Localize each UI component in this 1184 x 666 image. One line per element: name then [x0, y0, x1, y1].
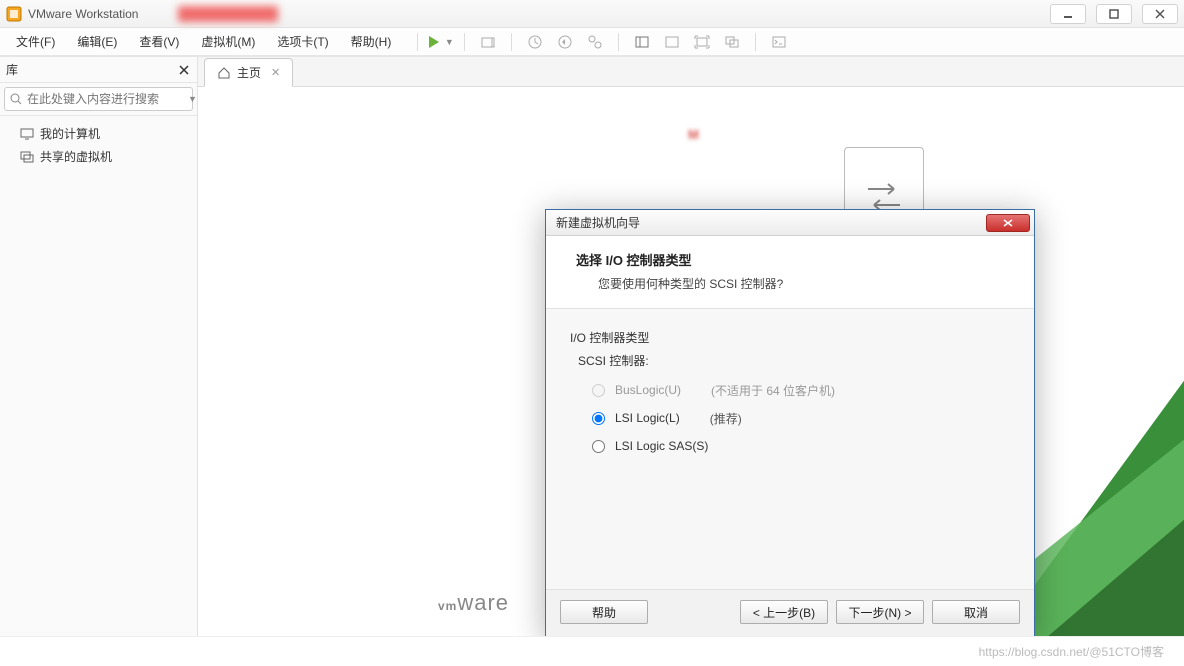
radio-buslogic: BusLogic(U) (不适用于 64 位客户机)	[592, 379, 1010, 401]
back-button[interactable]: < 上一步(B)	[740, 600, 828, 624]
menu-edit[interactable]: 编辑(E)	[67, 29, 127, 54]
search-box[interactable]: ▼	[4, 87, 193, 111]
dialog-footer: 帮助 < 上一步(B) 下一步(N) > 取消	[546, 589, 1034, 636]
tree-my-computer[interactable]: 我的计算机	[4, 122, 193, 145]
search-input[interactable]	[23, 92, 186, 106]
sidebar-title: 库	[6, 61, 177, 78]
shared-icon	[20, 150, 34, 164]
suspend-button[interactable]	[477, 31, 499, 53]
radio-sas-input[interactable]	[592, 440, 605, 453]
watermark-text: https://blog.csdn.net/@51CTO博客	[979, 643, 1164, 660]
view-single-button[interactable]	[661, 31, 683, 53]
toolbar: ▼	[413, 31, 790, 53]
dialog-subtext: 您要使用何种类型的 SCSI 控制器?	[576, 275, 1014, 292]
radio-label: LSI Logic SAS(S)	[615, 439, 708, 453]
radio-hint: (推荐)	[710, 410, 742, 427]
search-dropdown-icon[interactable]: ▼	[186, 94, 199, 104]
window-title: VMware Workstation	[28, 7, 138, 21]
sidebar-close-button[interactable]	[177, 63, 191, 77]
canvas: M 连接远程服务器 vmware 新建虚拟机向导 选择 I/O 控制器类型 您要…	[198, 87, 1184, 636]
tree-shared-vms[interactable]: 共享的虚拟机	[4, 145, 193, 168]
tab-strip: 主页 ✕	[198, 57, 1184, 87]
radio-sas[interactable]: LSI Logic SAS(S)	[592, 435, 1010, 457]
new-vm-wizard-dialog: 新建虚拟机向导 选择 I/O 控制器类型 您要使用何种类型的 SCSI 控制器?…	[545, 209, 1035, 636]
dialog-body: I/O 控制器类型 SCSI 控制器: BusLogic(U) (不适用于 64…	[546, 309, 1034, 589]
search-wrap: ▼	[0, 83, 197, 116]
next-button[interactable]: 下一步(N) >	[836, 600, 924, 624]
workspace: 库 ▼ 我的计算机 共享的虚拟机 主页 ✕	[0, 56, 1184, 636]
redacted-text: M	[688, 127, 699, 142]
window-maximize-button[interactable]	[1096, 4, 1132, 24]
toolbar-separator	[464, 33, 465, 51]
monitor-icon	[20, 127, 34, 141]
library-tree: 我的计算机 共享的虚拟机	[0, 116, 197, 174]
toolbar-separator	[511, 33, 512, 51]
window-title-bar: VMware Workstation	[0, 0, 1184, 28]
menu-file[interactable]: 文件(F)	[6, 29, 65, 54]
radio-label: BusLogic(U)	[615, 383, 681, 397]
toolbar-separator	[618, 33, 619, 51]
dialog-header: 选择 I/O 控制器类型 您要使用何种类型的 SCSI 控制器?	[546, 236, 1034, 309]
radio-lsi[interactable]: LSI Logic(L) (推荐)	[592, 407, 1010, 429]
play-icon	[429, 36, 439, 48]
radio-hint: (不适用于 64 位客户机)	[711, 382, 835, 399]
fullscreen-button[interactable]	[691, 31, 713, 53]
toolbar-separator	[755, 33, 756, 51]
menu-tabs[interactable]: 选项卡(T)	[267, 29, 338, 54]
snapshot-take-button[interactable]	[524, 31, 546, 53]
window-minimize-button[interactable]	[1050, 4, 1086, 24]
redacted-area	[178, 6, 278, 22]
cancel-button[interactable]: 取消	[932, 600, 1020, 624]
sidebar-header: 库	[0, 57, 197, 83]
radio-lsi-input[interactable]	[592, 412, 605, 425]
window-close-button[interactable]	[1142, 4, 1178, 24]
console-button[interactable]	[768, 31, 790, 53]
menu-view[interactable]: 查看(V)	[129, 29, 189, 54]
snapshot-revert-button[interactable]	[554, 31, 576, 53]
tab-home[interactable]: 主页 ✕	[204, 58, 293, 87]
content-area: 主页 ✕ M 连接远程服务器 vmware 新建虚拟机向导 选择 I/O	[198, 57, 1184, 636]
library-sidebar: 库 ▼ 我的计算机 共享的虚拟机	[0, 57, 198, 636]
search-icon	[9, 92, 23, 106]
menu-vm[interactable]: 虚拟机(M)	[191, 29, 265, 54]
tree-label: 我的计算机	[40, 125, 100, 142]
dialog-close-button[interactable]	[986, 214, 1030, 232]
home-icon	[217, 66, 231, 80]
scsi-label: SCSI 控制器:	[578, 352, 1010, 369]
menu-help[interactable]: 帮助(H)	[341, 29, 402, 54]
power-on-button[interactable]: ▼	[430, 31, 452, 53]
toolbar-separator	[417, 33, 418, 51]
unity-button[interactable]	[721, 31, 743, 53]
io-group-label: I/O 控制器类型	[570, 329, 1010, 346]
vmware-logo-icon	[6, 6, 22, 22]
dialog-heading: 选择 I/O 控制器类型	[576, 250, 1014, 269]
snapshot-manager-button[interactable]	[584, 31, 606, 53]
radio-buslogic-input	[592, 384, 605, 397]
vmware-brand-text: vmware	[438, 590, 509, 616]
radio-label: LSI Logic(L)	[615, 411, 680, 425]
view-split-button[interactable]	[631, 31, 653, 53]
tab-close-icon[interactable]: ✕	[271, 66, 280, 79]
dialog-title-bar[interactable]: 新建虚拟机向导	[546, 210, 1034, 236]
footer: https://blog.csdn.net/@51CTO博客	[0, 636, 1184, 666]
tab-label: 主页	[237, 64, 261, 81]
tree-label: 共享的虚拟机	[40, 148, 112, 165]
menu-bar: 文件(F) 编辑(E) 查看(V) 虚拟机(M) 选项卡(T) 帮助(H) ▼	[0, 28, 1184, 56]
help-button[interactable]: 帮助	[560, 600, 648, 624]
dialog-title: 新建虚拟机向导	[556, 214, 986, 231]
